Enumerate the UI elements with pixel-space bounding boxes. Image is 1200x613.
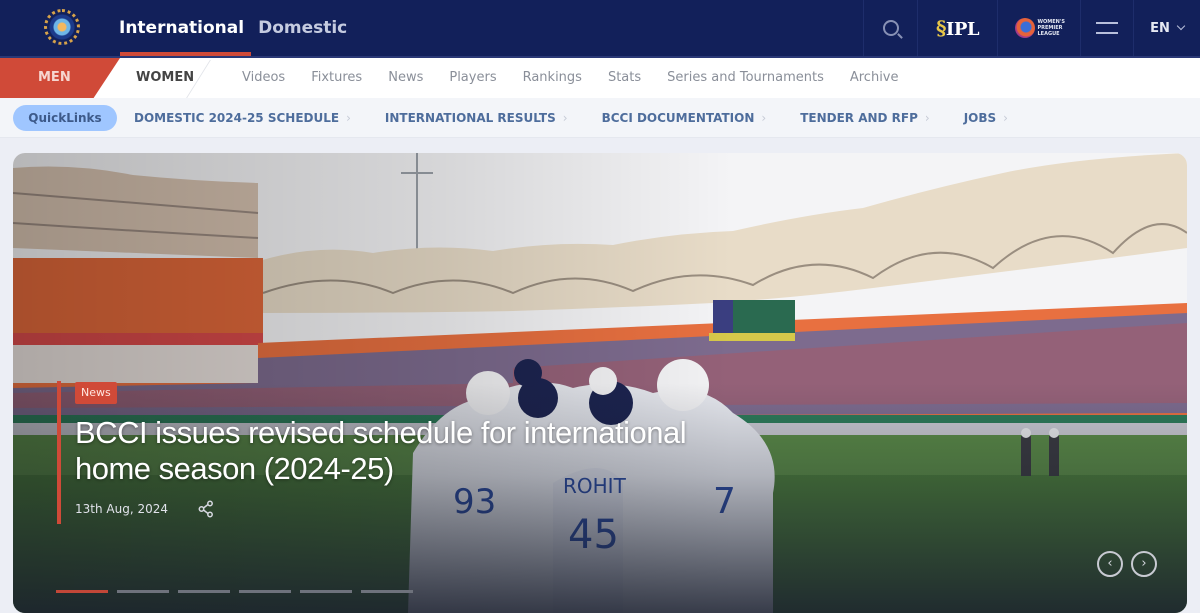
quicklink-domestic-schedule[interactable]: DOMESTIC 2024-25 SCHEDULE ›: [134, 98, 351, 138]
quicklinks-button[interactable]: QuickLinks: [13, 105, 117, 131]
link-series-and-tournaments[interactable]: Series and Tournaments: [667, 58, 824, 98]
link-rankings[interactable]: Rankings: [523, 58, 582, 98]
link-stats[interactable]: Stats: [608, 58, 641, 98]
chevron-right-icon: ›: [562, 111, 568, 125]
ipl-logo: §IPL: [935, 16, 980, 40]
quicklink-international-results[interactable]: INTERNATIONAL RESULTS ›: [385, 98, 568, 138]
chevron-down-icon: [1176, 21, 1186, 31]
category-badge: News: [75, 382, 117, 404]
section-links: Videos Fixtures News Players Rankings St…: [242, 58, 925, 98]
chevron-right-icon: ›: [346, 111, 351, 125]
chevron-right-icon: ›: [924, 111, 930, 125]
header-tools: §IPL WOMEN'S PREMIER LEAGUE EN: [863, 0, 1200, 56]
carousel-indicator-1[interactable]: [56, 590, 108, 593]
carousel-indicator-5[interactable]: [300, 590, 352, 593]
hero-gradient: [13, 153, 1187, 613]
menu-button[interactable]: [1080, 0, 1133, 56]
publish-date: 13th Aug, 2024: [75, 502, 168, 516]
tab-international[interactable]: International: [112, 0, 252, 56]
link-players[interactable]: Players: [449, 58, 496, 98]
carousel-indicators: [56, 590, 413, 593]
quicklink-tender-and-rfp[interactable]: TENDER AND RFP ›: [800, 98, 930, 138]
carousel-indicator-2[interactable]: [117, 590, 169, 593]
bcci-logo[interactable]: [44, 9, 80, 45]
wpl-ball-icon: [1014, 18, 1035, 38]
link-archive[interactable]: Archive: [850, 58, 899, 98]
ipl-link[interactable]: §IPL: [917, 0, 997, 56]
headline-accent-bar: [57, 381, 61, 524]
quicklink-jobs[interactable]: JOBS ›: [964, 98, 1008, 138]
carousel-controls: ‹ ›: [1097, 551, 1157, 577]
search-button[interactable]: [863, 0, 917, 56]
prev-slide-button[interactable]: ‹: [1097, 551, 1123, 577]
chevron-right-icon: ›: [761, 111, 767, 125]
sub-nav: WOMEN MEN Videos Fixtures News Players R…: [0, 56, 1200, 98]
link-videos[interactable]: Videos: [242, 58, 285, 98]
search-icon: [882, 20, 899, 36]
next-slide-button[interactable]: ›: [1131, 551, 1157, 577]
carousel-indicator-3[interactable]: [178, 590, 230, 593]
language-selector[interactable]: EN: [1133, 0, 1200, 56]
top-header: International Domestic §IPL WOMEN'S PREM…: [0, 0, 1200, 56]
wpl-link[interactable]: WOMEN'S PREMIER LEAGUE: [997, 0, 1080, 56]
tab-domestic[interactable]: Domestic: [251, 0, 354, 56]
quicklinks-list: DOMESTIC 2024-25 SCHEDULE › INTERNATIONAL…: [134, 98, 1042, 138]
main-nav: International Domestic: [112, 0, 354, 56]
carousel-indicator-6[interactable]: [361, 590, 413, 593]
hero-carousel[interactable]: 93 ROHIT 45 7 News BCCI issues revised s…: [13, 153, 1187, 613]
quicklinks-bar: QuickLinks DOMESTIC 2024-25 SCHEDULE › IN…: [0, 98, 1200, 138]
share-icon[interactable]: [197, 500, 215, 518]
carousel-indicator-4[interactable]: [239, 590, 291, 593]
link-news[interactable]: News: [388, 58, 423, 98]
quicklink-bcci-documentation[interactable]: BCCI DOCUMENTATION ›: [602, 98, 767, 138]
hamburger-icon: [1096, 22, 1118, 34]
hero-headline[interactable]: BCCI issues revised schedule for interna…: [75, 415, 715, 487]
link-fixtures[interactable]: Fixtures: [311, 58, 362, 98]
chevron-right-icon: ›: [1003, 111, 1008, 125]
wpl-logo: WOMEN'S PREMIER LEAGUE: [1014, 18, 1065, 38]
